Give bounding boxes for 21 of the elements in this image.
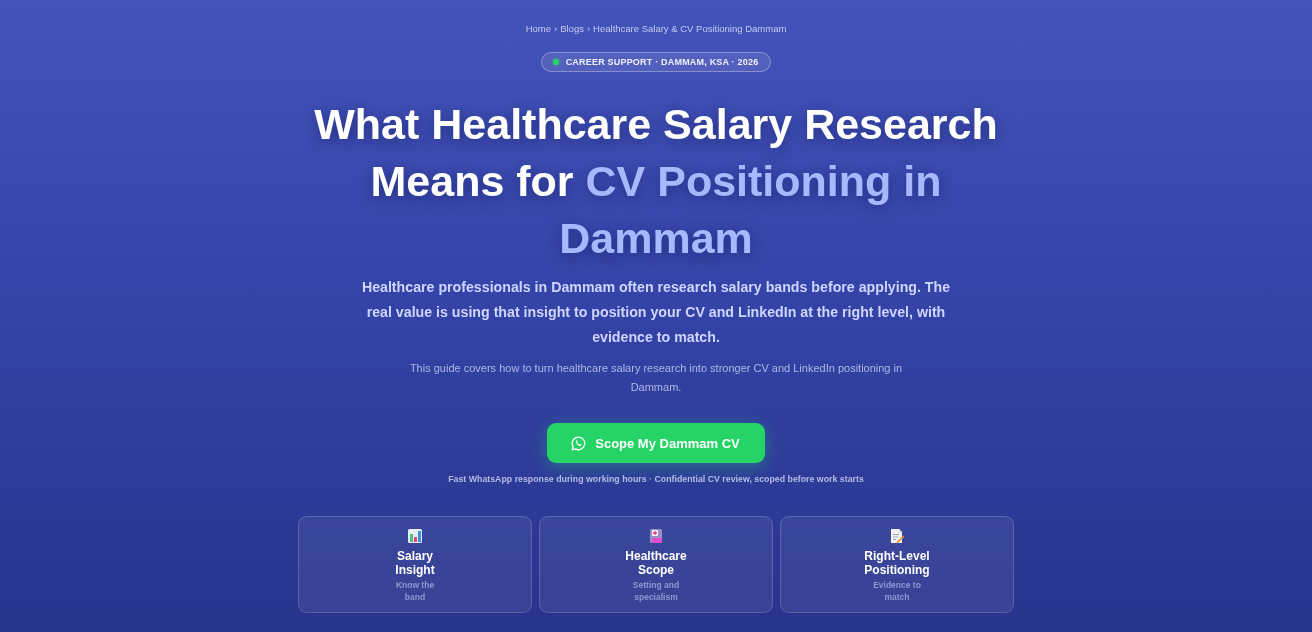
lead-paragraph: Healthcare professionals in Dammam often research salary bands before applying. The real value is using that insight to position your CV and LinkedIn at the right level, with evidence to match. [360, 278, 952, 347]
breadcrumb-separator: › [554, 23, 558, 35]
breadcrumb-link[interactable]: Blogs [560, 23, 584, 35]
page-title: What Healthcare Salary Research Means for CV Positioning in Dammam [313, 99, 999, 264]
summary-paragraph: This guide covers how to turn healthcare salary research into stronger CV and LinkedIn positioning in Dammam. [408, 361, 904, 395]
feature-subtitle: Know the band [394, 579, 436, 603]
hospital-icon [648, 528, 664, 544]
breadcrumb-link[interactable]: Home [525, 23, 551, 35]
feature-subtitle: Evidence to match [872, 579, 922, 603]
feature-title: Salary Insight [394, 549, 436, 577]
feature-title: Healthcare Scope [624, 549, 688, 577]
whatsapp-icon [571, 435, 587, 451]
bar-chart-icon [407, 528, 423, 544]
feature-subtitle: Setting and specialism [631, 579, 681, 603]
breadcrumb-link[interactable]: Healthcare Salary & CV Positioning Dammam [593, 23, 787, 35]
feature-title: Right-Level Positioning [863, 549, 931, 577]
response-note: Fast WhatsApp response during working hours · Confidential CV review, scoped before work starts [448, 473, 864, 485]
badge-label: CAREER SUPPORT · DAMMAM, KSA · 2026 [565, 57, 759, 67]
breadcrumb-separator: › [586, 23, 591, 35]
status-dot-icon [552, 59, 559, 65]
memo-pencil-icon [889, 528, 905, 544]
